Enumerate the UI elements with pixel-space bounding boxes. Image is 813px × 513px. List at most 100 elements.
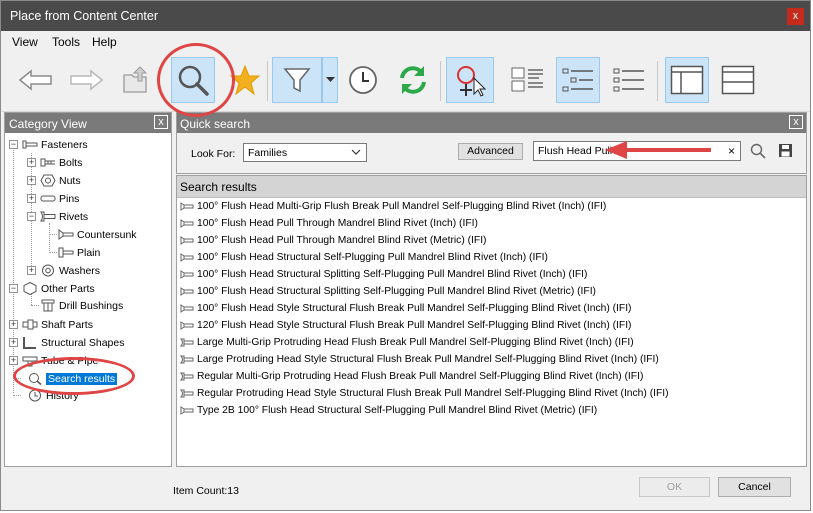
expander[interactable]: + bbox=[27, 266, 36, 275]
list-item[interactable]: 100° Flush Head Structural Self-Plugging… bbox=[180, 249, 548, 266]
filter-button[interactable] bbox=[272, 57, 322, 103]
tree-item-label: Structural Shapes bbox=[41, 336, 125, 349]
list-item-label: 100° Flush Head Multi-Grip Flush Break P… bbox=[197, 201, 607, 212]
split-vertical-button[interactable] bbox=[665, 57, 709, 103]
search-icon[interactable] bbox=[750, 143, 766, 159]
list-item[interactable]: Type 2B 100° Flush Head Structural Self-… bbox=[180, 402, 597, 419]
search-results-pane: Search results 100° Flush Head Multi-Gri… bbox=[176, 175, 807, 467]
history-button[interactable] bbox=[341, 57, 385, 103]
search-icon bbox=[29, 373, 42, 385]
search-toggle-button[interactable] bbox=[171, 57, 215, 103]
menu-help[interactable]: Help bbox=[92, 35, 117, 49]
list-item[interactable]: 100° Flush Head Pull Through Mandrel Bli… bbox=[180, 232, 487, 249]
favorites-button[interactable] bbox=[223, 57, 267, 103]
back-button[interactable] bbox=[14, 57, 58, 103]
list-item[interactable]: Regular Protruding Head Style Structural… bbox=[180, 385, 669, 402]
menu-view[interactable]: View bbox=[12, 35, 38, 49]
tree-item-bolts[interactable]: Bolts bbox=[40, 154, 82, 171]
quick-search-close-button[interactable]: x bbox=[789, 115, 803, 129]
list-item[interactable]: 100° Flush Head Pull Through Mandrel Bli… bbox=[180, 215, 478, 232]
up-folder-button[interactable] bbox=[114, 57, 158, 103]
rivet-icon bbox=[180, 253, 194, 262]
rivet-icon bbox=[180, 236, 194, 245]
expander[interactable]: + bbox=[9, 338, 18, 347]
tree-item-pins[interactable]: Pins bbox=[40, 190, 79, 207]
expander[interactable]: + bbox=[9, 356, 18, 365]
refresh-button[interactable] bbox=[391, 57, 435, 103]
refresh-icon bbox=[400, 66, 426, 94]
advanced-button[interactable]: Advanced bbox=[458, 143, 523, 160]
rivet-icon bbox=[58, 229, 74, 240]
tree-item-other-parts[interactable]: Other Parts bbox=[22, 280, 95, 297]
list-item[interactable]: 100° Flush Head Multi-Grip Flush Break P… bbox=[180, 198, 606, 215]
tree-item-label: Rivets bbox=[59, 210, 89, 223]
tree-item-label: Fasteners bbox=[41, 138, 88, 151]
history-clock-icon bbox=[349, 66, 377, 94]
expander[interactable]: + bbox=[27, 158, 36, 167]
menu-tools[interactable]: Tools bbox=[52, 35, 80, 49]
tree-item-structural-shapes[interactable]: Structural Shapes bbox=[22, 334, 124, 351]
clear-search-icon[interactable]: × bbox=[728, 144, 735, 158]
list-view-button[interactable] bbox=[506, 57, 550, 103]
expander[interactable]: + bbox=[27, 194, 36, 203]
category-view-close-button[interactable]: x bbox=[154, 115, 168, 129]
pipe-icon bbox=[22, 356, 38, 367]
list-item[interactable]: 100° Flush Head Style Structural Flush B… bbox=[180, 300, 631, 317]
look-for-select[interactable]: Families bbox=[243, 143, 367, 162]
tree-view-button[interactable] bbox=[556, 57, 600, 103]
tree-item-drill-bushings[interactable]: Drill Bushings bbox=[40, 297, 123, 314]
shaft-icon bbox=[22, 319, 38, 330]
tree-item-history[interactable]: History bbox=[27, 387, 79, 404]
close-button[interactable]: x bbox=[787, 8, 804, 25]
filter-dropdown-button[interactable] bbox=[322, 57, 338, 103]
ok-button[interactable]: OK bbox=[639, 477, 710, 497]
rivet-icon bbox=[40, 211, 56, 222]
forward-arrow-icon bbox=[70, 69, 104, 91]
tree-item-label: Pins bbox=[59, 192, 80, 205]
rivet-icon bbox=[180, 202, 194, 211]
tree-item-rivets[interactable]: Rivets bbox=[40, 208, 88, 225]
list-item[interactable]: Large Protruding Head Style Structural F… bbox=[180, 351, 659, 368]
list-item-label: 120° Flush Head Style Structural Flush B… bbox=[197, 320, 632, 331]
list-item[interactable]: 100° Flush Head Structural Splitting Sel… bbox=[180, 283, 596, 300]
list-item[interactable]: Regular Multi-Grip Protruding Head Flush… bbox=[180, 368, 643, 385]
list-item[interactable]: 120° Flush Head Style Structural Flush B… bbox=[180, 317, 631, 334]
item-count: Item Count:13 bbox=[173, 485, 239, 497]
tree-item-search-results[interactable]: Search results bbox=[27, 370, 118, 387]
forward-button[interactable] bbox=[64, 57, 108, 103]
washer-icon bbox=[42, 264, 54, 277]
expander[interactable]: + bbox=[9, 320, 18, 329]
list-item[interactable]: 100° Flush Head Structural Splitting Sel… bbox=[180, 266, 587, 283]
expander[interactable]: − bbox=[27, 212, 36, 221]
menu-bar: View Tools Help bbox=[1, 31, 810, 53]
tree-item-label: Other Parts bbox=[41, 282, 95, 295]
rivet-icon bbox=[180, 321, 194, 330]
expander[interactable]: − bbox=[9, 284, 18, 293]
tree-item-tube-pipe[interactable]: Tube & Pipe bbox=[22, 352, 98, 369]
tree-item-fasteners[interactable]: Fasteners bbox=[22, 136, 88, 153]
tree-item-countersunk[interactable]: Countersunk bbox=[58, 226, 137, 243]
tree-item-nuts[interactable]: Nuts bbox=[40, 172, 81, 189]
category-tree: − Fasteners + Bolts + Nuts + Pins − Rive… bbox=[5, 135, 171, 466]
list-item-label: 100° Flush Head Pull Through Mandrel Bli… bbox=[197, 235, 487, 246]
list-item[interactable]: Large Multi-Grip Protruding Head Flush B… bbox=[180, 334, 634, 351]
fastener-icon bbox=[22, 140, 38, 149]
bushing-icon bbox=[41, 299, 55, 312]
rivet-icon bbox=[180, 219, 194, 228]
list-item-label: Regular Protruding Head Style Structural… bbox=[197, 388, 669, 399]
tree-item-washers[interactable]: Washers bbox=[40, 262, 100, 279]
cancel-button[interactable]: Cancel bbox=[718, 477, 791, 497]
list-item-label: Type 2B 100° Flush Head Structural Self-… bbox=[197, 405, 598, 416]
tree-item-shaft-parts[interactable]: Shaft Parts bbox=[22, 316, 93, 333]
save-icon[interactable] bbox=[778, 143, 793, 158]
category-view-title: Category View bbox=[9, 117, 87, 131]
expander[interactable]: − bbox=[9, 140, 18, 149]
split-horizontal-button[interactable] bbox=[716, 57, 760, 103]
place-button[interactable] bbox=[446, 57, 494, 103]
up-folder-icon bbox=[123, 66, 148, 93]
tree-item-label: Bolts bbox=[59, 156, 83, 169]
detail-view-button[interactable] bbox=[607, 57, 651, 103]
rivet-icon bbox=[180, 389, 194, 398]
tree-item-plain[interactable]: Plain bbox=[58, 244, 100, 261]
expander[interactable]: + bbox=[27, 176, 36, 185]
